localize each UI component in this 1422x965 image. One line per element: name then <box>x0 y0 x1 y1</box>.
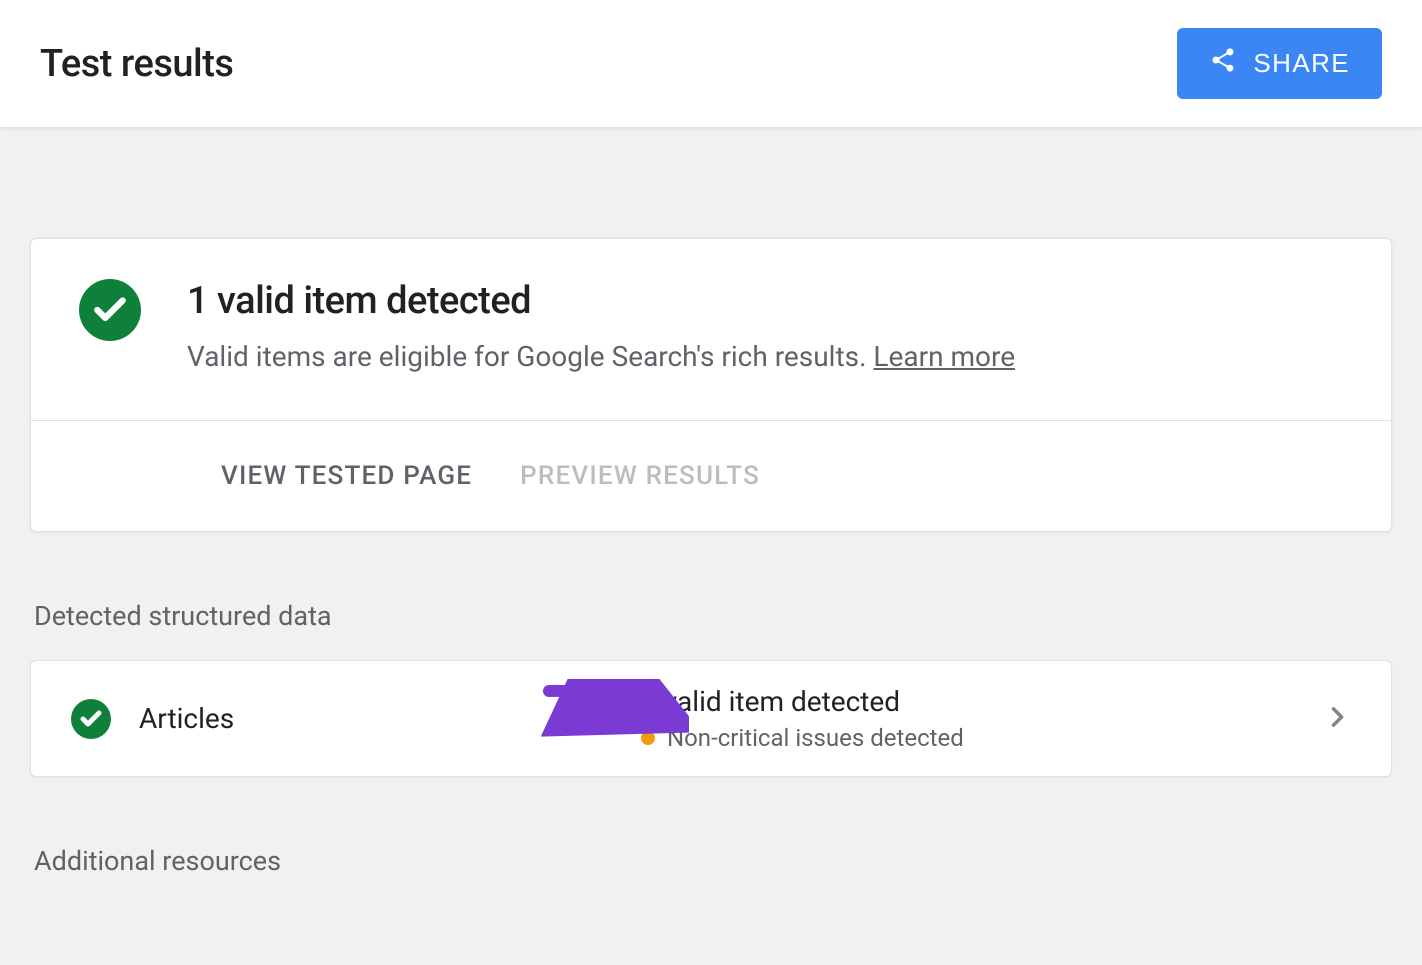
summary-actions: VIEW TESTED PAGE PREVIEW RESULTS <box>31 420 1391 531</box>
page-title: Test results <box>40 42 233 86</box>
share-button[interactable]: SHARE <box>1177 28 1382 99</box>
detected-item-issues: Non-critical issues detected <box>667 724 964 752</box>
additional-section-title: Additional resources <box>34 845 1392 877</box>
checkmark-icon <box>71 699 111 739</box>
learn-more-link[interactable]: Learn more <box>873 340 1015 373</box>
page-header: Test results SHARE <box>0 0 1422 128</box>
detected-item-row[interactable]: Articles 1 valid item detected Non-criti… <box>30 660 1392 777</box>
checkmark-icon <box>79 279 141 341</box>
share-button-label: SHARE <box>1253 48 1350 79</box>
summary-top: 1 valid item detected Valid items are el… <box>31 239 1391 420</box>
detected-section-title: Detected structured data <box>34 600 1392 632</box>
summary-description: Valid items are eligible for Google Sear… <box>187 337 1015 376</box>
share-icon <box>1209 46 1237 81</box>
summary-text: 1 valid item detected Valid items are el… <box>187 279 1015 376</box>
content-area: 1 valid item detected Valid items are el… <box>0 128 1422 965</box>
detected-item-type: Articles <box>139 702 234 735</box>
warning-dot-icon <box>641 731 655 745</box>
summary-heading: 1 valid item detected <box>187 279 1015 323</box>
detected-item-valid: 1 valid item detected <box>641 685 1293 718</box>
chevron-right-icon <box>1323 703 1351 735</box>
detected-item-left: Articles <box>71 699 611 739</box>
detected-item-mid: 1 valid item detected Non-critical issue… <box>641 685 1293 752</box>
view-tested-page-link[interactable]: VIEW TESTED PAGE <box>221 461 472 491</box>
preview-results-link: PREVIEW RESULTS <box>520 461 760 491</box>
summary-card: 1 valid item detected Valid items are el… <box>30 238 1392 532</box>
detected-item-issues-row: Non-critical issues detected <box>641 724 1293 752</box>
